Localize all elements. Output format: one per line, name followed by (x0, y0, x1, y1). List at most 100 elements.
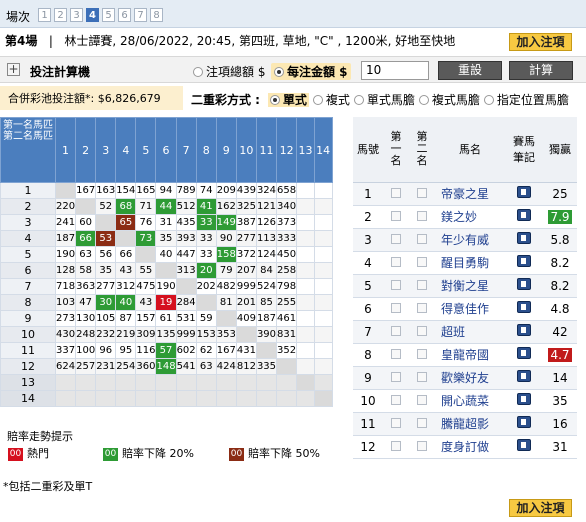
odds-cell[interactable]: 33 (195, 230, 217, 247)
first-checkbox[interactable] (383, 228, 409, 252)
win-odds[interactable]: 42 (552, 325, 567, 339)
odds-cell[interactable]: 43 (115, 262, 137, 279)
odds-cell[interactable]: 41 (195, 198, 217, 215)
win-odds[interactable]: 14 (552, 371, 567, 385)
mode-option[interactable]: 複式 (312, 93, 350, 107)
notebook-icon[interactable] (517, 301, 531, 313)
odds-cell[interactable]: 31 (155, 214, 177, 231)
odds-cell[interactable]: 113 (255, 230, 278, 247)
notebook-icon[interactable] (517, 439, 531, 451)
odds-cell[interactable]: 33 (195, 214, 217, 231)
checkbox-icon[interactable] (391, 256, 401, 267)
runner-name[interactable]: 超班 (435, 320, 505, 344)
reset-button[interactable]: 重設 (438, 61, 502, 80)
first-checkbox[interactable] (383, 412, 409, 436)
checkbox-icon[interactable] (391, 371, 401, 382)
race-tab-2[interactable]: 2 (54, 8, 67, 22)
odds-cell[interactable]: 153 (195, 326, 217, 343)
odds-cell[interactable]: 79 (215, 262, 237, 279)
race-tab-1[interactable]: 1 (38, 8, 51, 22)
mode-option[interactable]: 單式 (267, 93, 309, 107)
first-checkbox[interactable] (383, 320, 409, 344)
odds-cell[interactable]: 812 (235, 358, 257, 375)
notebook-icon[interactable] (517, 255, 531, 267)
odds-cell[interactable]: 718 (54, 278, 77, 295)
odds-cell[interactable]: 71 (135, 198, 157, 215)
odds-cell[interactable]: 254 (115, 358, 137, 375)
odds-cell[interactable]: 105 (95, 310, 117, 327)
mode-option[interactable]: 指定位置馬膽 (483, 93, 569, 107)
notes-cell[interactable] (505, 182, 543, 206)
odds-cell[interactable]: 74 (195, 182, 217, 199)
odds-cell[interactable]: 187 (255, 310, 278, 327)
odds-cell[interactable]: 424 (215, 358, 237, 375)
odds-cell[interactable]: 40 (115, 294, 137, 311)
win-odds[interactable]: 8.2 (550, 256, 569, 270)
odds-cell[interactable]: 47 (75, 294, 97, 311)
checkbox-icon[interactable] (391, 279, 401, 290)
notes-cell[interactable] (505, 251, 543, 275)
notes-cell[interactable] (505, 205, 543, 229)
win-odds[interactable]: 5.8 (550, 233, 569, 247)
odds-cell[interactable]: 76 (135, 214, 157, 231)
odds-cell[interactable]: 157 (135, 310, 157, 327)
win-odds[interactable]: 31 (552, 440, 567, 454)
add-bet-button[interactable]: 加入注項 (509, 33, 572, 51)
win-odds[interactable]: 8.2 (550, 279, 569, 293)
runner-name[interactable]: 開心蔬菜 (435, 389, 505, 413)
odds-cell[interactable]: 68 (115, 198, 137, 215)
race-tab-6[interactable]: 6 (118, 8, 131, 22)
odds-cell[interactable]: 66 (75, 230, 97, 247)
odds-cell[interactable]: 789 (175, 182, 197, 199)
odds-cell[interactable]: 35 (95, 262, 117, 279)
odds-cell[interactable]: 439 (235, 182, 257, 199)
notes-cell[interactable] (505, 297, 543, 321)
odds-cell[interactable]: 135 (155, 326, 177, 343)
second-checkbox[interactable] (409, 274, 435, 298)
win-odds[interactable]: 35 (552, 394, 567, 408)
odds-cell[interactable]: 58 (75, 262, 97, 279)
second-checkbox[interactable] (409, 182, 435, 206)
odds-cell[interactable]: 61 (155, 310, 177, 327)
odds-cell[interactable]: 63 (195, 358, 217, 375)
odds-cell[interactable]: 335 (255, 358, 278, 375)
odds-cell[interactable]: 73 (135, 230, 157, 247)
checkbox-icon[interactable] (417, 233, 427, 244)
odds-cell[interactable]: 277 (95, 278, 117, 295)
checkbox-icon[interactable] (391, 187, 401, 198)
odds-cell[interactable]: 167 (215, 342, 237, 359)
add-bet-button-bottom[interactable]: 加入注項 (509, 499, 572, 517)
odds-cell[interactable]: 999 (235, 278, 257, 295)
odds-cell[interactable]: 52 (95, 198, 117, 215)
first-checkbox[interactable] (383, 366, 409, 390)
notes-cell[interactable] (505, 228, 543, 252)
first-checkbox[interactable] (383, 389, 409, 413)
odds-cell[interactable]: 163 (95, 182, 117, 199)
odds-cell[interactable]: 95 (115, 342, 137, 359)
checkbox-icon[interactable] (417, 187, 427, 198)
notes-cell[interactable] (505, 274, 543, 298)
first-checkbox[interactable] (383, 205, 409, 229)
odds-cell[interactable]: 450 (276, 246, 298, 263)
notebook-icon[interactable] (517, 416, 531, 428)
odds-cell[interactable]: 33 (195, 246, 217, 263)
odds-cell[interactable]: 360 (135, 358, 157, 375)
checkbox-icon[interactable] (391, 394, 401, 405)
notebook-icon[interactable] (517, 232, 531, 244)
odds-cell[interactable]: 387 (235, 214, 257, 231)
first-checkbox[interactable] (383, 251, 409, 275)
odds-cell[interactable]: 333 (276, 230, 298, 247)
odds-cell[interactable]: 190 (155, 278, 177, 295)
second-checkbox[interactable] (409, 297, 435, 321)
win-odds[interactable]: 4.8 (550, 302, 569, 316)
second-checkbox[interactable] (409, 320, 435, 344)
odds-cell[interactable]: 44 (155, 198, 177, 215)
odds-cell[interactable]: 602 (175, 342, 197, 359)
odds-cell[interactable]: 257 (75, 358, 97, 375)
odds-cell[interactable]: 165 (135, 182, 157, 199)
odds-cell[interactable]: 55 (135, 262, 157, 279)
odds-cell[interactable]: 84 (255, 262, 278, 279)
second-checkbox[interactable] (409, 205, 435, 229)
odds-cell[interactable]: 149 (215, 214, 237, 231)
runner-name[interactable]: 騰龍超影 (435, 412, 505, 436)
